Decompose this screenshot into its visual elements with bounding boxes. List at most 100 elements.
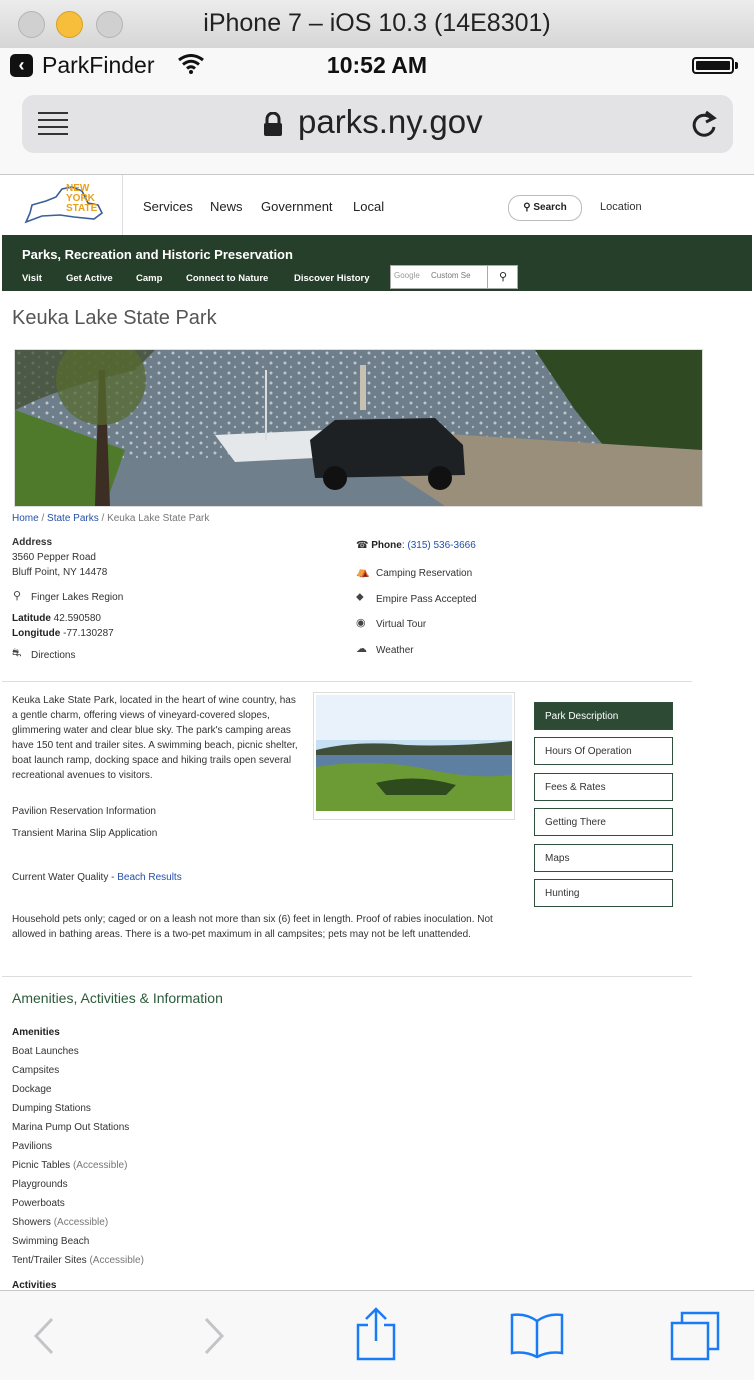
phone-link[interactable]: (315) 536-3666: [407, 540, 475, 551]
weather-link[interactable]: Weather: [376, 645, 414, 656]
agency-nav-discover-history[interactable]: Discover History: [294, 273, 370, 284]
list-item: Campsites: [12, 1065, 60, 1076]
agency-nav-connect-to-nature[interactable]: Connect to Nature: [186, 273, 268, 284]
region-link[interactable]: Finger Lakes Region: [31, 592, 123, 603]
search-submit-icon[interactable]: ⚲: [487, 266, 518, 288]
simulator-title-bar: iPhone 7 – iOS 10.3 (14E8301): [0, 0, 754, 49]
list-item: Swimming Beach: [12, 1236, 90, 1247]
amenities-heading: Amenities: [12, 1027, 60, 1038]
search-label: Search: [533, 202, 567, 213]
web-page: NEW YORK STATE Services News Government Lo…: [2, 175, 752, 1290]
agency-title[interactable]: Parks, Recreation and Historic Preservat…: [22, 247, 293, 262]
phone-label: Phone: [371, 540, 402, 551]
list-item: Picnic Tables (Accessible): [12, 1160, 128, 1171]
tab-hunting[interactable]: Hunting: [534, 879, 673, 907]
activities-heading: Activities: [12, 1280, 57, 1290]
nav-news[interactable]: News: [210, 199, 243, 214]
park-hero-image: [14, 349, 703, 507]
battery-nub: [735, 62, 738, 69]
address-line2: Bluff Point, NY 14478: [12, 567, 108, 578]
park-description: Keuka Lake State Park, located in the he…: [12, 695, 298, 781]
address-bar-area: parks.ny.gov: [0, 88, 754, 175]
address-label: Address: [12, 537, 53, 548]
empire-pass-link[interactable]: Empire Pass Accepted: [376, 594, 477, 605]
list-item: Powerboats: [12, 1198, 65, 1209]
breadcrumb-separator: /: [98, 513, 108, 524]
nys-logo[interactable]: NEW YORK STATE: [2, 175, 123, 235]
nys-logo-text: NEW YORK STATE: [66, 183, 98, 214]
map-marker-icon: ⚲: [13, 590, 22, 602]
latitude-label: Latitude: [12, 613, 51, 624]
magnifier-icon: ⚲: [523, 202, 531, 213]
phone-icon: ☎: [356, 540, 369, 551]
list-item: Playgrounds: [12, 1179, 68, 1190]
breadcrumb-current: Keuka Lake State Park: [107, 513, 210, 524]
bookmarks-icon[interactable]: [508, 1311, 566, 1359]
list-item: Pavilions: [12, 1141, 53, 1152]
eye-icon: ◉: [356, 617, 366, 629]
tab-hours-of-operation[interactable]: Hours Of Operation: [534, 737, 673, 765]
tab-getting-there[interactable]: Getting There: [534, 808, 673, 836]
agency-banner: Parks, Recreation and Historic Preservat…: [2, 235, 752, 291]
latitude: Latitude 42.590580: [12, 613, 101, 624]
cloud-icon: ☁: [356, 643, 367, 655]
page-title: Keuka Lake State Park: [12, 307, 217, 329]
battery-icon: [692, 57, 734, 74]
agency-nav-get-active[interactable]: Get Active: [66, 273, 113, 284]
reader-menu-icon[interactable]: [38, 112, 68, 140]
list-item: Dumping Stations: [12, 1103, 91, 1114]
tabs-icon[interactable]: [668, 1309, 722, 1363]
breadcrumb-separator: /: [38, 513, 48, 524]
pavilion-reservation-link[interactable]: Pavilion Reservation Information: [12, 806, 156, 817]
forward-arrow-icon[interactable]: [200, 1317, 226, 1355]
list-item: Showers (Accessible): [12, 1217, 109, 1228]
nav-government[interactable]: Government: [261, 199, 333, 214]
pet-policy: Household pets only; caged or on a leash…: [12, 914, 493, 940]
google-label: Google: [394, 271, 420, 280]
water-quality: Current Water Quality - Beach Results: [12, 872, 182, 883]
breadcrumb: Home / State Parks / Keuka Lake State Pa…: [12, 513, 209, 524]
breadcrumb-state-parks[interactable]: State Parks: [47, 513, 99, 524]
share-icon[interactable]: [354, 1307, 398, 1361]
amenities-section-title: Amenities, Activities & Information: [12, 990, 223, 1006]
address-line1: 3560 Pepper Road: [12, 552, 96, 563]
simulator-window: iPhone 7 – iOS 10.3 (14E8301) ‹ ParkFind…: [0, 0, 754, 1380]
nav-services[interactable]: Services: [143, 199, 193, 214]
tab-maps[interactable]: Maps: [534, 844, 673, 872]
agency-nav-camp[interactable]: Camp: [136, 273, 162, 284]
beach-results-link[interactable]: Beach Results: [117, 872, 181, 883]
new-york-map-icon: [24, 186, 104, 224]
agency-nav-visit[interactable]: Visit: [22, 273, 42, 284]
marina-slip-link[interactable]: Transient Marina Slip Application: [12, 828, 157, 839]
lock-icon: [264, 112, 282, 136]
back-arrow-icon[interactable]: [32, 1317, 58, 1355]
location-link[interactable]: Location: [600, 201, 642, 213]
tag-icon: ⬥: [356, 591, 364, 603]
phone: ☎ Phone: (315) 536-3666: [356, 540, 476, 551]
camping-reservation-link[interactable]: Camping Reservation: [376, 568, 472, 579]
list-item: Boat Launches: [12, 1046, 79, 1057]
reload-icon[interactable]: [690, 109, 718, 139]
nav-local[interactable]: Local: [353, 199, 384, 214]
tab-fees-rates[interactable]: Fees & Rates: [534, 773, 673, 801]
tab-park-description[interactable]: Park Description: [534, 702, 673, 730]
lake-view-image: [313, 692, 515, 820]
custom-search-box[interactable]: Google Custom Se ⚲: [390, 265, 518, 289]
site-search-button[interactable]: ⚲ Search: [508, 195, 582, 221]
list-item: Dockage: [12, 1084, 52, 1095]
browser-toolbar: [0, 1290, 754, 1380]
road-icon: ⛐: [12, 647, 22, 659]
custom-search-input[interactable]: Custom Se: [431, 271, 471, 280]
list-item: Tent/Trailer Sites (Accessible): [12, 1255, 144, 1266]
nys-header: NEW YORK STATE Services News Government Lo…: [2, 175, 752, 236]
longitude-label: Longitude: [12, 628, 61, 639]
url-text[interactable]: parks.ny.gov: [298, 103, 483, 141]
breadcrumb-home[interactable]: Home: [12, 513, 39, 524]
divider: [2, 681, 692, 682]
divider: [2, 976, 692, 977]
status-time: 10:52 AM: [326, 52, 428, 78]
virtual-tour-link[interactable]: Virtual Tour: [376, 619, 426, 630]
directions-link[interactable]: Directions: [31, 650, 75, 661]
address-bar[interactable]: parks.ny.gov: [22, 95, 733, 153]
longitude-value: -77.130287: [63, 628, 114, 639]
